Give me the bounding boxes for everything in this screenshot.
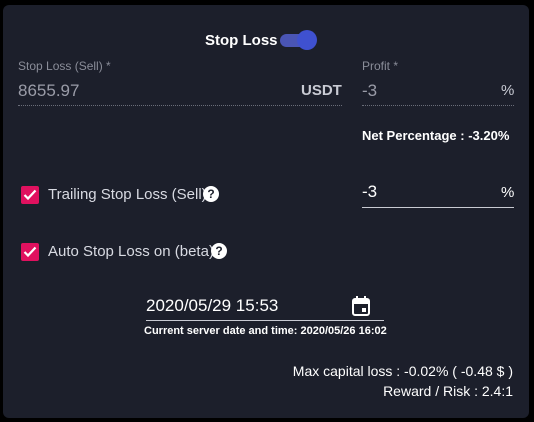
profit-underline [362,105,514,106]
toggle-knob[interactable] [297,30,317,50]
calendar-icon[interactable] [352,296,370,316]
trailing-stop-checkbox[interactable] [21,186,39,204]
stop-loss-sell-underline [18,105,342,106]
checkmark-icon [23,189,37,201]
stop-loss-toggle[interactable] [280,30,318,50]
date-underline [146,320,384,321]
trailing-stop-label: Trailing Stop Loss (Sell) [48,186,207,203]
profit-unit: % [501,82,515,99]
stop-loss-sell-input[interactable]: 8655.97 [18,81,79,101]
trailing-help-icon[interactable]: ? [203,186,219,202]
trailing-underline [362,207,514,208]
reward-risk: Reward / Risk : 2.4:1 [383,383,513,399]
checkmark-icon [23,246,37,258]
auto-stop-help-icon[interactable]: ? [211,243,227,259]
profit-label: Profit * [362,59,399,73]
stop-loss-sell-unit: USDT [301,82,342,99]
stop-loss-sell-label: Stop Loss (Sell) * [18,59,111,73]
trailing-unit: % [501,184,515,201]
auto-stop-label: Auto Stop Loss on (beta) [48,243,214,260]
auto-stop-checkbox[interactable] [21,243,39,261]
stop-loss-toggle-label: Stop Loss [205,32,278,49]
max-capital-loss: Max capital loss : -0.02% ( -0.48 $ ) [292,363,513,379]
net-percentage: Net Percentage : -3.20% [362,128,510,143]
server-date-time: Current server date and time: 2020/05/26… [144,325,387,337]
trailing-value-input[interactable]: -3 [362,182,377,202]
date-time-input[interactable]: 2020/05/29 15:53 [146,296,278,316]
profit-input[interactable]: -3 [362,81,377,101]
